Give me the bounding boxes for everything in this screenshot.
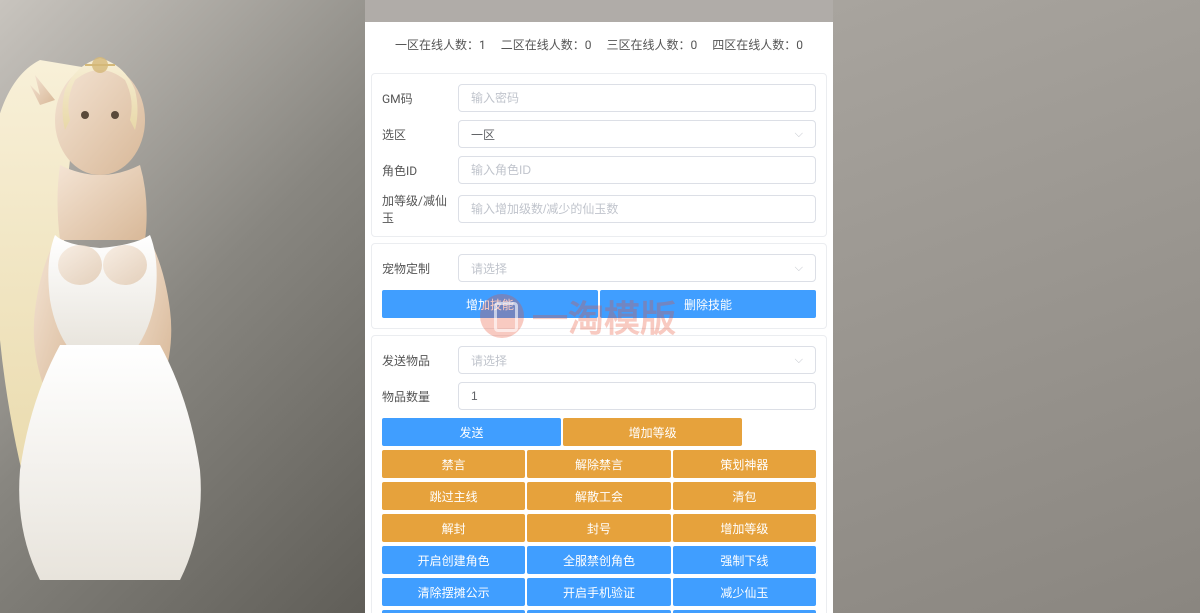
background-right bbox=[833, 0, 1200, 613]
qty-input[interactable] bbox=[458, 382, 816, 410]
add-level-button[interactable]: 增加等级 bbox=[563, 418, 742, 446]
roleid-input[interactable] bbox=[458, 156, 816, 184]
zone-select-value: 一区 bbox=[471, 126, 495, 143]
unmute-button[interactable]: 解除禁言 bbox=[527, 450, 670, 478]
zone4-status: 四区在线人数：0 bbox=[712, 36, 803, 53]
ban-button[interactable]: 封号 bbox=[527, 514, 670, 542]
zone1-status: 一区在线人数：1 bbox=[395, 36, 486, 53]
level-input[interactable] bbox=[458, 195, 816, 223]
send-button[interactable]: 发送 bbox=[382, 418, 561, 446]
send-item-select[interactable]: 请选择 ⌵ bbox=[458, 346, 816, 374]
delete-skill-button[interactable]: 删除技能 bbox=[600, 290, 816, 318]
admin-panel: 一区在线人数：1 二区在线人数：0 三区在线人数：0 四区在线人数：0 GM码 … bbox=[365, 22, 833, 613]
level-label: 加等级/减仙玉 bbox=[382, 192, 458, 226]
form-card-pet: 宠物定制 请选择 ⌵ 增加技能 删除技能 bbox=[371, 243, 827, 329]
background-character-left bbox=[0, 0, 365, 613]
chevron-down-icon: ⌵ bbox=[795, 261, 803, 275]
zone-label: 选区 bbox=[382, 126, 458, 143]
pet-label: 宠物定制 bbox=[382, 260, 458, 277]
gmcode-input[interactable] bbox=[458, 84, 816, 112]
send-item-placeholder: 请选择 bbox=[471, 352, 507, 369]
enable-phone-verify-button[interactable]: 开启手机验证 bbox=[527, 578, 670, 606]
gmcode-label: GM码 bbox=[382, 90, 458, 107]
add-level2-button[interactable]: 增加等级 bbox=[673, 514, 816, 542]
zone-select[interactable]: 一区 ⌵ bbox=[458, 120, 816, 148]
unban-button[interactable]: 解封 bbox=[382, 514, 525, 542]
send-item-label: 发送物品 bbox=[382, 352, 458, 369]
zone2-status: 二区在线人数：0 bbox=[501, 36, 592, 53]
status-bar: 一区在线人数：1 二区在线人数：0 三区在线人数：0 四区在线人数：0 bbox=[365, 22, 833, 67]
pet-select[interactable]: 请选择 ⌵ bbox=[458, 254, 816, 282]
form-card-main: GM码 选区 一区 ⌵ 角色ID 加等级/减仙玉 bbox=[371, 73, 827, 237]
character-illustration bbox=[0, 40, 320, 613]
clear-bag-button[interactable]: 清包 bbox=[673, 482, 816, 510]
planner-artifact-button[interactable]: 策划神器 bbox=[673, 450, 816, 478]
skip-main-button[interactable]: 跳过主线 bbox=[382, 482, 525, 510]
chevron-down-icon: ⌵ bbox=[795, 353, 803, 367]
zone3-status: 三区在线人数：0 bbox=[606, 36, 697, 53]
dissolve-guild-button[interactable]: 解散工会 bbox=[527, 482, 670, 510]
add-skill-button[interactable]: 增加技能 bbox=[382, 290, 598, 318]
force-offline-button[interactable]: 强制下线 bbox=[673, 546, 816, 574]
qty-label: 物品数量 bbox=[382, 388, 458, 405]
form-card-item: 发送物品 请选择 ⌵ 物品数量 发送 增加等级 禁言 解除禁言 策划神器 跳过主… bbox=[371, 335, 827, 613]
roleid-label: 角色ID bbox=[382, 162, 458, 179]
enable-create-role-button[interactable]: 开启创建角色 bbox=[382, 546, 525, 574]
disable-create-role-button[interactable]: 全服禁创角色 bbox=[527, 546, 670, 574]
chevron-down-icon: ⌵ bbox=[795, 127, 803, 141]
clear-stall-notice-button[interactable]: 清除摆摊公示 bbox=[382, 578, 525, 606]
mute-button[interactable]: 禁言 bbox=[382, 450, 525, 478]
pet-select-placeholder: 请选择 bbox=[471, 260, 507, 277]
reduce-xianyu-button[interactable]: 减少仙玉 bbox=[673, 578, 816, 606]
